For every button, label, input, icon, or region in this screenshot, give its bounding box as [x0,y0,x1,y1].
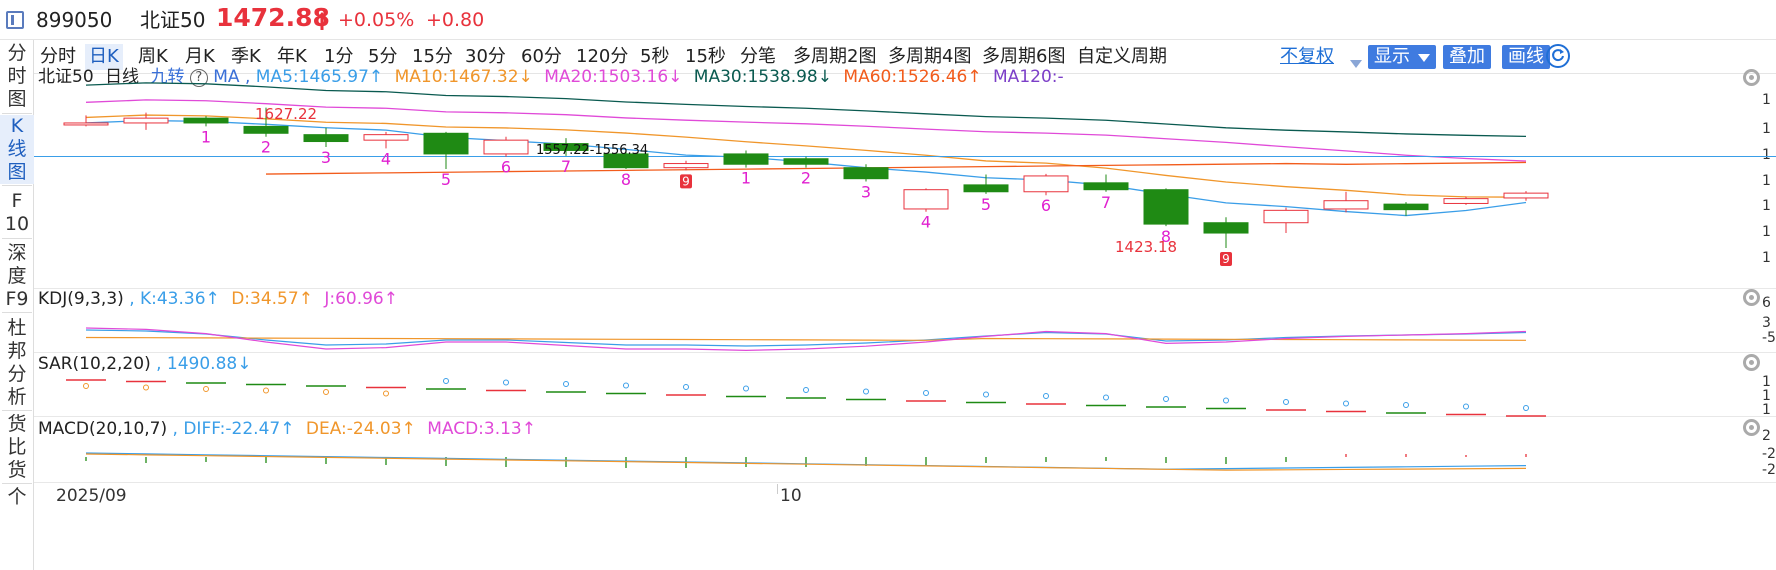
candle [1203,222,1249,234]
low-price-label: 1423.18 [1115,238,1177,256]
sar-dot [623,382,629,389]
nine-turn-label: 2 [801,169,811,188]
draw-line-button[interactable]: 画线 [1502,45,1550,69]
sar-dot [1343,400,1349,407]
custom-period[interactable]: 自定义周期 [1073,44,1171,70]
nine-turn-label: 7 [561,157,571,176]
nav-f10[interactable]: F 10 [0,190,34,236]
sar-dot [1223,397,1229,404]
nine-turn-label: 6 [501,158,511,177]
candle [303,134,349,143]
candle [123,117,169,124]
display-dropdown-icon [1417,54,1430,62]
candle [963,184,1009,193]
candle [63,122,109,126]
sar-dot [1463,403,1469,410]
nav-dupont[interactable]: 杜邦分析 [0,317,34,409]
sar-dot [503,379,509,386]
nine-turn-label: 8 [621,170,631,189]
nav-depth-f9[interactable]: 深度 F9 [0,242,34,311]
nine-turn-label: 6 [1041,196,1051,215]
change-percent: +0.05% [338,9,415,31]
sar-dot [443,378,449,384]
sar-dot [1283,399,1289,405]
candle [1263,209,1309,224]
nav-more[interactable]: 个 [0,486,34,509]
nine-turn-label: 9 [1222,252,1230,266]
sar-dot [1403,402,1409,408]
ma60-line [265,161,1527,175]
nine-turn-label: 9 [682,174,690,188]
quote-header: 899050 北证50 1472.88 +0.05% +0.80 [0,0,1776,40]
change-amount: +0.80 [426,9,485,31]
stock-name: 北证50 [140,8,206,32]
sar-dot [683,384,689,390]
sar-dot [263,387,269,394]
nine-turn-label: 3 [861,182,871,201]
up-arrow-icon [317,12,327,34]
candle [903,189,949,210]
candle [183,117,229,124]
sar-dot [983,391,989,398]
candle [423,132,469,155]
sar-dot [1043,393,1049,399]
candle [1383,203,1429,211]
sar-dot [143,384,149,391]
left-nav: 分时图 K线图 F 10 深度 F9 杜邦分析 货比货 个 [0,40,34,570]
nav-compare[interactable]: 货比货 [0,413,34,482]
nine-turn-label: 5 [981,195,991,214]
stock-code: 899050 [36,8,113,32]
nine-turn-label: 1 [741,169,751,188]
candle [1323,200,1369,210]
adjust-dropdown-icon[interactable] [1350,53,1362,72]
candle [243,125,289,134]
sar-dot [1103,394,1109,401]
sar-dot [743,385,749,392]
chart-area: 北证50 日线 九转 ? MA , MA5:1465.97↑ MA10:1467… [34,67,1776,570]
candle [1443,198,1489,204]
last-price: 1472.88 [216,3,330,32]
nav-kline[interactable]: K线图 [0,115,34,184]
nine-turn-label: 4 [381,149,391,168]
candle [363,134,409,141]
candle [1083,182,1129,191]
candle [783,158,829,165]
sar-dot [383,390,389,397]
nine-turn-label: 3 [321,148,331,167]
sar-dot [323,389,329,395]
sar-dot [1523,405,1529,411]
sar-dot [923,390,929,396]
sidebar-toggle-icon[interactable] [6,11,24,29]
sar-dot [1163,396,1169,402]
kline-chart[interactable]: 123 456 78 9 1 2345 6 789 1627.22 1423.18 1557.… [34,74,1776,570]
nine-turn-label: 7 [1101,193,1111,212]
candle [1503,192,1549,199]
candle [1143,189,1189,225]
candle [723,153,769,165]
candle [843,167,889,180]
sar-dot [803,387,809,393]
range-label: 1557.22-1556.34 [536,143,648,158]
overlay-button[interactable]: 叠加 [1443,45,1491,69]
candle [483,139,529,155]
candle [1023,175,1069,193]
nine-turn-label: 4 [921,213,931,232]
sar-dot [203,386,209,392]
sar-dot [863,388,869,395]
adjust-select[interactable]: 不复权 [1280,45,1334,69]
refresh-icon[interactable] [1546,44,1570,68]
sar-dot [83,383,89,389]
high-price-label: 1627.22 [255,105,317,123]
nine-turn-label: 2 [261,138,271,157]
candle [663,163,709,169]
nine-turn-label: 1 [201,127,211,146]
display-label: 显示 [1374,46,1410,67]
nine-turn-label: 5 [441,170,451,189]
sar-dot [563,381,569,387]
display-button[interactable]: 显示 [1368,45,1436,69]
nav-intraday[interactable]: 分时图 [0,42,34,111]
